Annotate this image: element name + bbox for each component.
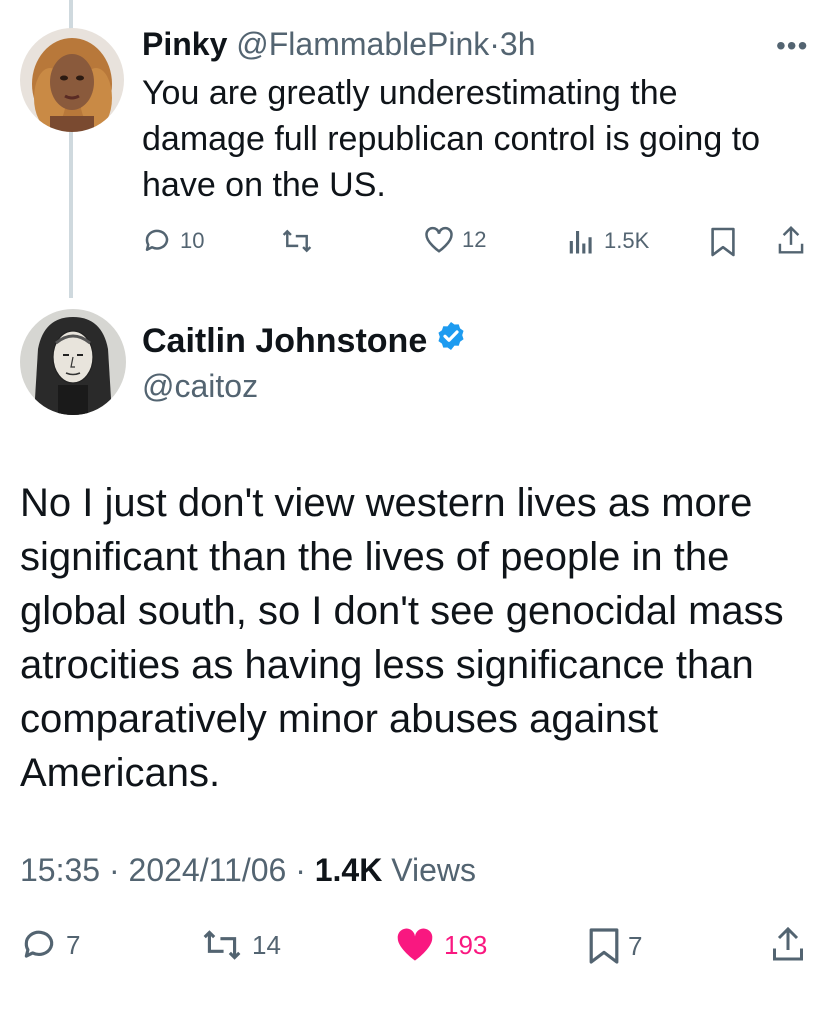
reply-author-handle[interactable]: @FlammablePink xyxy=(236,26,489,62)
main-repost-count: 14 xyxy=(252,929,281,960)
more-icon[interactable]: ••• xyxy=(776,30,808,62)
reply-text: You are greatly underestimating the dama… xyxy=(142,74,761,204)
meta-separator: · xyxy=(295,852,306,888)
reply-bookmark-button[interactable] xyxy=(710,226,736,258)
main-repost-button[interactable]: 14 xyxy=(200,926,281,964)
like-icon xyxy=(397,928,433,961)
reply-header: Pinky @FlammablePink·3h xyxy=(142,24,536,64)
reply-reply-button[interactable]: 10 xyxy=(142,226,204,256)
bookmark-icon xyxy=(589,928,619,964)
reply-like-count: 12 xyxy=(462,227,487,252)
tweet-date[interactable]: 2024/11/06 xyxy=(129,852,287,888)
repost-icon xyxy=(282,229,312,253)
main-author-name[interactable]: Caitlin Johnstone xyxy=(142,320,427,362)
views-label: Views xyxy=(391,852,476,888)
tweet-time[interactable]: 15:35 xyxy=(20,852,100,888)
reply-views-button[interactable]: 1.5K xyxy=(566,226,649,256)
tweet-metadata: 15:35 · 2024/11/06 · 1.4K Views xyxy=(20,848,476,892)
repost-icon xyxy=(203,930,241,960)
like-icon xyxy=(425,226,453,253)
main-share-button[interactable] xyxy=(770,924,806,964)
reply-icon xyxy=(145,229,169,251)
main-like-button[interactable]: 193 xyxy=(394,926,487,964)
main-bookmark-button[interactable]: 7 xyxy=(588,926,642,966)
reply-author-name[interactable]: Pinky xyxy=(142,26,227,62)
main-author-handle[interactable]: @caitoz xyxy=(142,366,258,406)
reply-share-button[interactable] xyxy=(776,224,806,256)
views-icon xyxy=(569,231,592,254)
share-icon xyxy=(773,926,803,961)
main-bookmark-count: 7 xyxy=(628,930,643,961)
main-action-bar: 7 14 193 7 xyxy=(0,920,828,972)
reply-timestamp[interactable]: 3h xyxy=(500,26,536,62)
reply-views-count: 1.5K xyxy=(604,228,650,253)
bookmark-icon xyxy=(711,227,735,257)
main-reply-button[interactable]: 7 xyxy=(20,926,80,964)
reply-action-bar: 10 12 1.5K xyxy=(0,218,828,266)
reply-like-button[interactable]: 12 xyxy=(424,226,486,254)
main-reply-count: 7 xyxy=(66,929,81,960)
main-tweet-text: No I just don't view western lives as mo… xyxy=(20,481,784,795)
reply-repost-button[interactable] xyxy=(280,226,322,256)
share-icon xyxy=(778,225,804,254)
reply-icon xyxy=(24,930,54,958)
main-author-avatar[interactable] xyxy=(20,309,126,415)
main-like-count: 193 xyxy=(444,929,488,960)
reply-header-separator: · xyxy=(489,26,500,62)
reply-reply-count: 10 xyxy=(180,228,205,253)
main-author-name-row[interactable]: Caitlin Johnstone xyxy=(142,320,467,362)
views-count[interactable]: 1.4K xyxy=(315,852,383,888)
reply-author-avatar[interactable] xyxy=(20,28,124,132)
verified-badge-icon[interactable] xyxy=(435,320,467,362)
meta-separator: · xyxy=(108,852,120,888)
